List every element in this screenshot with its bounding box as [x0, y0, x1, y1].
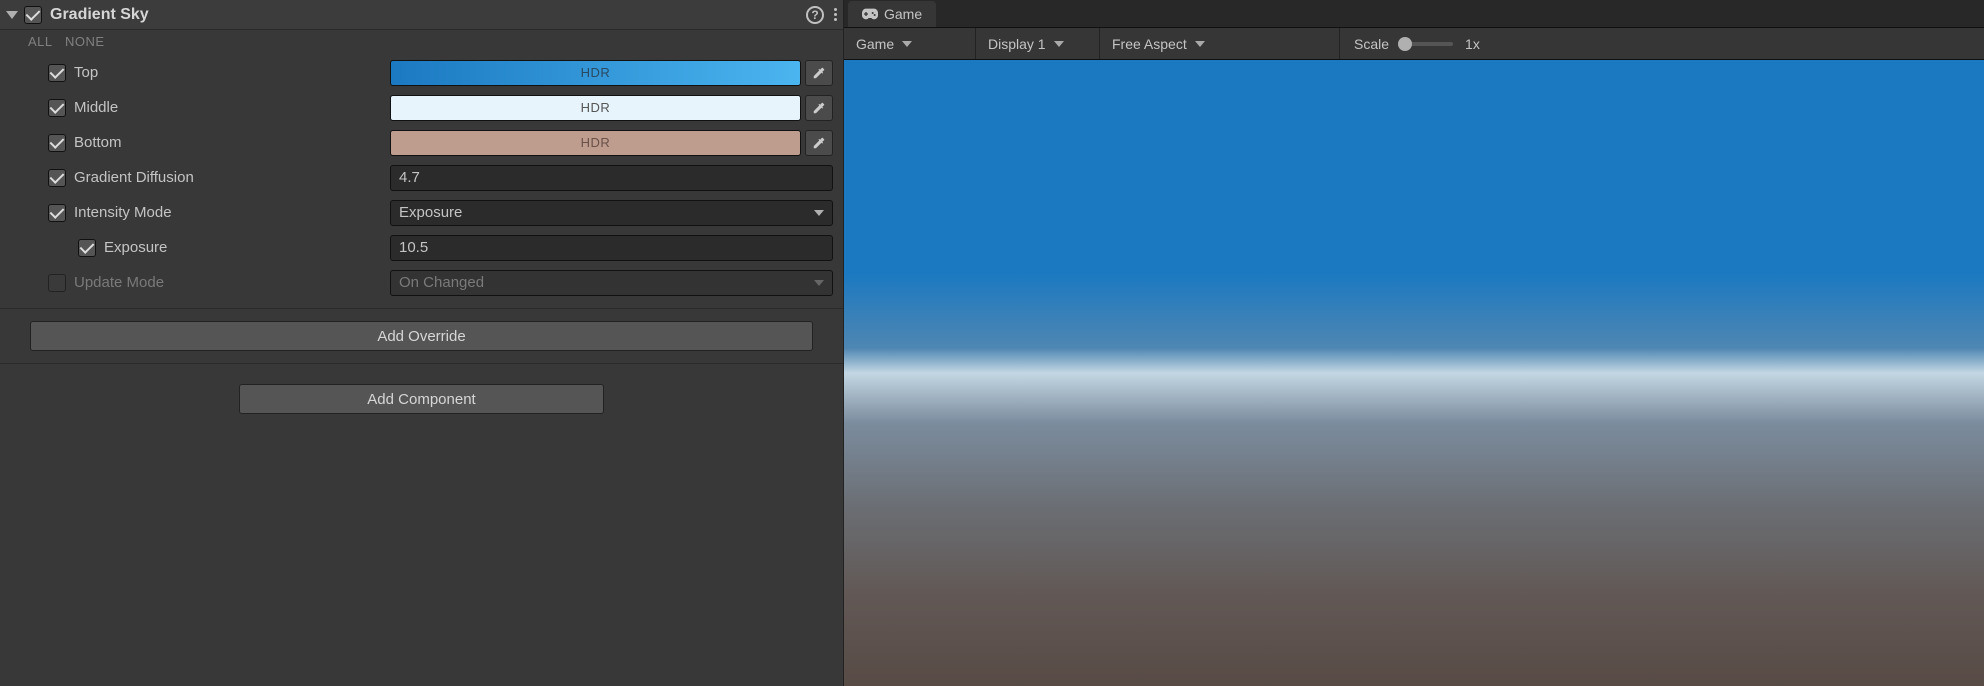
dropdown-intensity-mode[interactable]: Exposure: [390, 200, 833, 226]
game-panel: Game Game Display 1 Free Aspect Scale 1x: [844, 0, 1984, 686]
chevron-down-icon: [814, 210, 824, 216]
eyedropper-top[interactable]: [805, 60, 833, 86]
override-all-none: ALL NONE: [0, 30, 843, 53]
foldout-icon[interactable]: [6, 11, 18, 19]
override-checkbox-intensity-mode[interactable]: [48, 204, 66, 222]
float-field-exposure[interactable]: 10.5: [390, 235, 833, 261]
add-component-button[interactable]: Add Component: [239, 384, 604, 414]
context-menu-icon[interactable]: [834, 8, 837, 21]
prop-label-update-mode: Update Mode: [74, 274, 164, 291]
eyedropper-bottom[interactable]: [805, 130, 833, 156]
prop-label-exposure: Exposure: [104, 239, 167, 256]
gamepad-icon: [862, 8, 878, 20]
aspect-dropdown[interactable]: Free Aspect: [1100, 28, 1340, 59]
prop-row-update-mode: Update Mode On Changed: [10, 265, 833, 300]
prop-row-bottom: Bottom HDR: [10, 125, 833, 160]
chevron-down-icon: [902, 41, 912, 47]
color-field-middle[interactable]: HDR: [390, 95, 801, 121]
dropdown-update-mode: On Changed: [390, 270, 833, 296]
override-checkbox-update-mode[interactable]: [48, 274, 66, 292]
all-button[interactable]: ALL: [28, 34, 53, 49]
add-override-section: Add Override: [0, 308, 843, 363]
chevron-down-icon: [1054, 41, 1064, 47]
float-field-gradient-diffusion[interactable]: 4.7: [390, 165, 833, 191]
game-toolbar: Game Display 1 Free Aspect Scale 1x: [844, 28, 1984, 60]
component-header: Gradient Sky ?: [0, 0, 843, 30]
color-field-top[interactable]: HDR: [390, 60, 801, 86]
prop-row-middle: Middle HDR: [10, 90, 833, 125]
eyedropper-middle[interactable]: [805, 95, 833, 121]
game-view: [844, 60, 1984, 686]
override-checkbox-top[interactable]: [48, 64, 66, 82]
prop-row-exposure: Exposure 10.5: [10, 230, 833, 265]
scale-value: 1x: [1465, 36, 1480, 52]
component-title: Gradient Sky: [50, 6, 806, 24]
display-dropdown[interactable]: Display 1: [976, 28, 1100, 59]
add-component-section: Add Component: [0, 363, 843, 434]
color-field-bottom[interactable]: HDR: [390, 130, 801, 156]
scale-label: Scale: [1354, 36, 1389, 52]
prop-row-gradient-diffusion: Gradient Diffusion 4.7: [10, 160, 833, 195]
tab-bar: Game: [844, 0, 1984, 28]
override-checkbox-exposure[interactable]: [78, 239, 96, 257]
chevron-down-icon: [814, 280, 824, 286]
override-checkbox-middle[interactable]: [48, 99, 66, 117]
add-override-button[interactable]: Add Override: [30, 321, 813, 351]
prop-label-middle: Middle: [74, 99, 118, 116]
prop-label-top: Top: [74, 64, 98, 81]
component-enable-checkbox[interactable]: [24, 6, 42, 24]
tab-game[interactable]: Game: [848, 1, 936, 27]
chevron-down-icon: [1195, 41, 1205, 47]
game-view-dropdown[interactable]: Game: [844, 28, 976, 59]
scale-control: Scale 1x: [1340, 36, 1494, 52]
override-checkbox-gradient-diffusion[interactable]: [48, 169, 66, 187]
prop-label-bottom: Bottom: [74, 134, 122, 151]
prop-label-intensity-mode: Intensity Mode: [74, 204, 172, 221]
none-button[interactable]: NONE: [65, 34, 105, 49]
properties-list: Top HDR Middle HDR: [0, 53, 843, 308]
override-checkbox-bottom[interactable]: [48, 134, 66, 152]
help-icon[interactable]: ?: [806, 6, 824, 24]
slider-thumb[interactable]: [1398, 37, 1412, 51]
prop-row-intensity-mode: Intensity Mode Exposure: [10, 195, 833, 230]
scale-slider[interactable]: [1401, 42, 1453, 46]
inspector-panel: Gradient Sky ? ALL NONE Top HDR: [0, 0, 844, 686]
prop-label-gradient-diffusion: Gradient Diffusion: [74, 169, 194, 186]
prop-row-top: Top HDR: [10, 55, 833, 90]
